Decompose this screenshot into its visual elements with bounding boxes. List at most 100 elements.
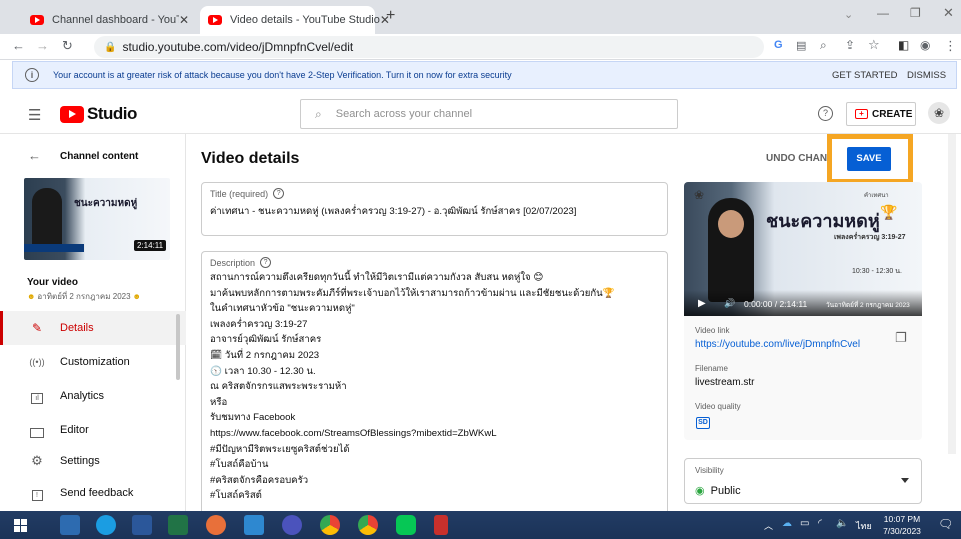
title-field[interactable]: Title (required) ? ค่าเทศนา - ชนะความหดห… (201, 182, 668, 236)
eye-icon: ◉ (695, 485, 705, 497)
sidebar-video-thumbnail[interactable]: ชนะความหดหู่ 2:14:11 (24, 178, 170, 260)
thumb-time-text: 10:30 - 12:30 น. (852, 268, 902, 275)
back-icon[interactable]: ← (12, 38, 25, 53)
sidebar-item-label: Send feedback (60, 487, 134, 499)
studio-logo[interactable]: Studio (60, 104, 137, 124)
save-button[interactable]: SAVE (847, 147, 891, 171)
word-icon[interactable] (132, 515, 152, 535)
chrome-icon[interactable] (358, 515, 378, 535)
chrome-icon[interactable] (320, 515, 340, 535)
your-video-label: Your video (27, 277, 78, 288)
wifi-icon[interactable]: ◜ (818, 518, 822, 529)
bookmark-star-icon[interactable]: ☆ (868, 37, 880, 53)
trophy-icon: 🏆 (880, 204, 898, 220)
sidebar-item-label: Customization (60, 356, 130, 368)
sidebar: ← Channel content ชนะความหดหู่ 2:14:11 Y… (0, 134, 186, 511)
browser-tab-video-details[interactable]: Video details - YouTube Studio ✕ (200, 6, 390, 34)
language-indicator[interactable]: ไทย (856, 519, 872, 533)
youtube-logo-icon (60, 105, 84, 123)
description-line: มาค้นพบหลักการตามพระคัมภีร์ที่พระเจ้าบอก… (210, 287, 615, 299)
help-icon[interactable]: ? (818, 106, 833, 121)
google-icon[interactable]: G (774, 39, 783, 51)
description-field[interactable]: Description ? สถานการณ์ความตึงเครียดทุกว… (201, 251, 668, 513)
description-line: เพลงคร่ำครวญ 3:19-27 (210, 318, 308, 330)
sidebar-item-send-feedback[interactable]: ! Send feedback (0, 476, 186, 510)
file-explorer-icon[interactable] (60, 515, 80, 535)
clock[interactable]: 10:07 PM 7/30/2023 (880, 513, 924, 537)
excel-icon[interactable] (168, 515, 188, 535)
volume-icon[interactable]: 🔊 (724, 298, 735, 309)
line-icon[interactable] (396, 515, 416, 535)
close-window-icon[interactable]: ✕ (943, 5, 954, 21)
title-input[interactable]: ค่าเทศนา - ชนะความหดหู่ (เพลงคร่ำครวญ 3:… (210, 204, 576, 219)
account-avatar[interactable]: ❀ (928, 102, 950, 124)
get-started-button[interactable]: GET STARTED (832, 70, 897, 81)
restore-icon[interactable]: ❐ (910, 6, 921, 20)
thumb-banner-bar (24, 244, 84, 252)
description-line: #โบสถ์คือบ้าน (210, 459, 269, 471)
sidebar-item-settings[interactable]: ⚙ Settings (0, 444, 186, 478)
translate-icon[interactable]: ▤ (796, 39, 806, 52)
back-arrow-icon[interactable]: ← (28, 148, 41, 163)
dropdown-arrow-icon[interactable] (901, 478, 909, 483)
edge-icon[interactable] (96, 515, 116, 535)
search-input[interactable]: ⌕ Search across your channel (300, 99, 678, 129)
close-tab-icon[interactable]: ✕ (179, 13, 189, 27)
visibility-value: Public (710, 484, 741, 497)
dismiss-button[interactable]: DISMISS (907, 70, 946, 81)
battery-icon[interactable]: ▭ (800, 518, 809, 529)
sidepanel-icon[interactable]: ◧ (898, 38, 909, 52)
youtube-favicon-icon (30, 15, 44, 25)
gear-icon: ⚙ (31, 453, 43, 468)
sidebar-item-customization[interactable]: ((•)) Customization (0, 345, 186, 379)
onedrive-icon[interactable]: ☁ (782, 518, 792, 529)
sidebar-item-label: Editor (60, 424, 89, 436)
profile-icon[interactable]: ◉ (920, 38, 930, 52)
new-tab-icon[interactable]: + (386, 7, 395, 25)
speaker-figure (32, 188, 62, 250)
description-line: อาจารย์วุฒิพัฒน์ รักษ์สาคร (210, 334, 322, 346)
page-scrollbar[interactable] (948, 134, 956, 454)
copy-icon[interactable]: ❐ (895, 330, 907, 346)
app-icon[interactable] (434, 515, 448, 535)
forward-icon[interactable]: → (36, 38, 49, 53)
zoom-icon[interactable]: ⌕ (820, 38, 827, 53)
video-link[interactable]: https://youtube.com/live/jDmnpfnCvel (695, 339, 860, 350)
tray-chevron-icon[interactable]: ︿ (764, 519, 773, 532)
notifications-icon[interactable]: 🗨 (938, 517, 953, 531)
minimize-icon[interactable]: — (877, 6, 889, 20)
share-icon[interactable]: ⇪ (845, 38, 855, 52)
tab-search-icon[interactable]: ⌄ (844, 8, 853, 21)
sidebar-item-editor[interactable]: ‾‾‾ Editor (0, 413, 186, 447)
active-indicator (0, 311, 3, 345)
omnibox[interactable]: 🔒 studio.youtube.com/video/jDmnpfnCvel/e… (94, 36, 764, 58)
help-icon[interactable]: ? (260, 257, 272, 268)
windows-start-icon[interactable] (14, 519, 27, 532)
url-text[interactable]: studio.youtube.com/video/jDmnpfnCvel/edi… (122, 40, 353, 54)
duration-badge: 2:14:11 (134, 240, 167, 251)
sidebar-scrollbar[interactable] (176, 314, 180, 380)
visibility-select[interactable]: Visibility ◉ Public (684, 458, 922, 504)
hamburger-menu-icon[interactable]: ☰ (28, 106, 41, 124)
lock-icon: 🔒 (104, 41, 117, 53)
menu-dots-icon[interactable]: ⋮ (944, 38, 957, 54)
video-player[interactable]: ❀ คำเทศนา ชนะความหดหู่ 🏆 เพลงคร่ำครวญ 3:… (684, 182, 922, 316)
outlook-icon[interactable] (244, 515, 264, 535)
thumb-title-text: ชนะความหดหู่ (766, 211, 880, 231)
teams-icon[interactable] (282, 515, 302, 535)
channel-content-link[interactable]: Channel content (60, 151, 138, 162)
smile-emoji-icon: ☻ (132, 292, 141, 301)
app-icon[interactable] (206, 515, 226, 535)
description-text[interactable]: สถานการณ์ความตึงเครียดทุกวันนี้ ทำให้มีว… (210, 270, 615, 504)
play-icon[interactable]: ▶ (698, 298, 706, 309)
description-line: สถานการณ์ความตึงเครียดทุกวันนี้ ทำให้มีว… (210, 272, 544, 283)
create-button[interactable]: + CREATE (846, 102, 916, 126)
youtube-favicon-icon (208, 15, 222, 25)
browser-tab-channel-dashboard[interactable]: Channel dashboard - YouTube St ✕ (22, 6, 197, 34)
speaker-icon[interactable]: 🔈 (836, 518, 848, 529)
reload-icon[interactable]: ↻ (62, 38, 73, 54)
sidebar-item-details[interactable]: ✎ Details (0, 311, 186, 345)
help-icon[interactable]: ? (273, 188, 285, 199)
thumb-sub-text: เพลงคร่ำครวญ 3:19-27 (834, 234, 906, 241)
sidebar-item-analytics[interactable]: ıl Analytics (0, 379, 186, 413)
